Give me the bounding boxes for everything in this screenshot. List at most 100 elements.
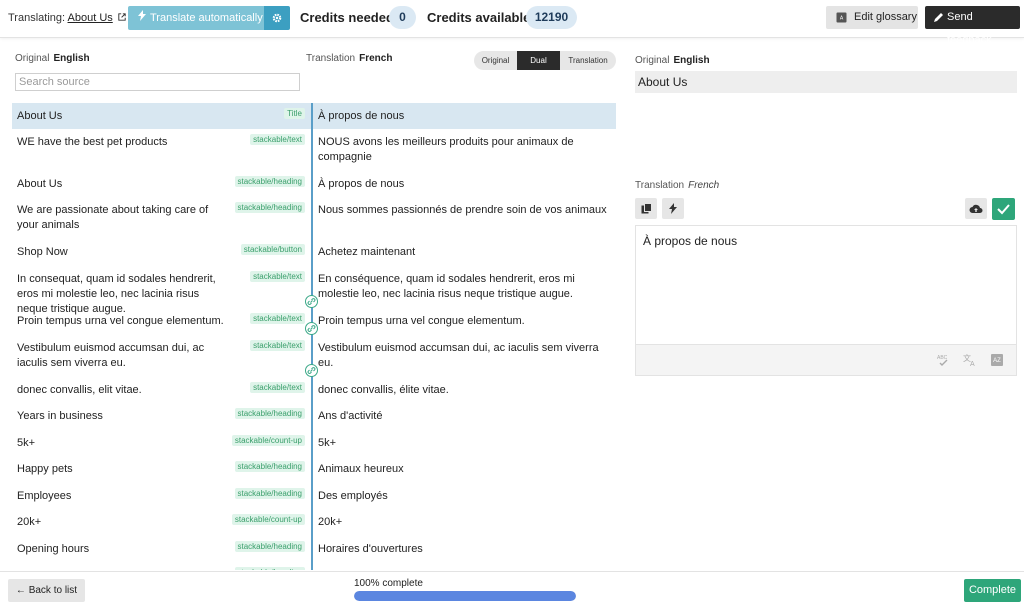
segment-block-tag: stackable/heading (234, 541, 305, 552)
segment-translation-text: En conséquence, quam id sodales hendreri… (318, 273, 575, 300)
preview-translation-language: French (688, 180, 720, 191)
confirm-translation-button[interactable] (992, 198, 1015, 220)
translation-language: French (359, 53, 393, 64)
segment-translation-text: Animaux heureux (318, 463, 404, 475)
segment-source-text: We are passionate about taking care of y… (17, 204, 209, 231)
credits-available-label: Credits available (427, 10, 531, 25)
segment-source-text: Loading Wo... (17, 568, 229, 570)
bolt-icon (138, 10, 146, 21)
segment-block-tag: stackable/heading (234, 488, 305, 499)
segment-block-tag: stackable/text (250, 313, 305, 324)
external-link-icon[interactable] (118, 13, 126, 21)
editor-toolbar (635, 345, 1017, 376)
credits-needed-badge: 0 (389, 6, 416, 29)
translate-icon[interactable]: 文A (963, 353, 977, 367)
edit-glossary-button[interactable]: A Edit glossary (826, 6, 918, 29)
segment-translation-text: 20k+ (318, 516, 343, 528)
segment-row[interactable]: Loading Wo... stackable/heading Horaires d… (12, 562, 616, 570)
segment-block-tag: stackable/heading (234, 408, 305, 419)
segment-source-text: 20k+ (17, 516, 42, 528)
translate-automatically-label: Translate automatically (150, 12, 263, 24)
preview-translation-header: Translation French (635, 180, 719, 191)
save-draft-button[interactable] (965, 198, 987, 219)
translation-label: Translation (306, 53, 356, 64)
segment-source-text: Opening hours (17, 543, 90, 555)
segment-source-text: Years in business (17, 410, 103, 422)
progress-label: 100% complete (354, 578, 423, 589)
complete-button[interactable]: Complete (964, 579, 1021, 602)
svg-text:AZ: AZ (993, 358, 1001, 364)
segment-source-text: Happy pets (17, 463, 73, 475)
segment-translation-text: Nous sommes passionnés de prendre soin d… (318, 204, 607, 216)
segment-source-text: Proin tempus urna vel congue elementum. (17, 315, 224, 327)
send-feedback-label: Send feedback (947, 11, 992, 46)
check-icon (997, 204, 1010, 215)
progress-fill (354, 591, 576, 601)
segment-row[interactable]: donec convallis, elit vitae. stackable/te… (12, 377, 616, 403)
segment-block-tag: stackable/button (240, 244, 305, 255)
segment-translation-text: Horaires de... (318, 568, 608, 570)
segment-row[interactable]: Happy pets stackable/heading Animaux heure… (12, 456, 616, 483)
auto-translate-segment-button[interactable] (662, 198, 684, 219)
segment-translation-text: Achetez maintenant (318, 246, 416, 258)
original-language: English (53, 53, 90, 64)
page-link[interactable]: About Us (68, 12, 113, 24)
segment-row[interactable]: Opening hours stackable/heading Horaires d… (12, 536, 616, 562)
original-preview: About Us (635, 71, 1017, 93)
edit-glossary-label: Edit glossary (854, 11, 917, 23)
segment-row[interactable]: WE have the best pet products stackable/t… (12, 129, 616, 171)
segment-source-text: About Us (17, 178, 63, 190)
gear-icon (272, 13, 282, 23)
segment-source-text: About Us (17, 110, 63, 122)
bolt-icon (669, 203, 677, 214)
view-mode-translation[interactable]: Translation (560, 51, 616, 70)
link-icon[interactable] (305, 295, 318, 308)
segment-row[interactable]: About Us Title À propos de nous (12, 103, 616, 129)
preview-original-header: Original English (635, 55, 710, 66)
segment-translation-text: Horaires d'ouvertures (318, 543, 423, 555)
segment-row[interactable]: We are passionate about taking care of y… (12, 197, 616, 239)
segment-translation-text: NOUS avons les meilleurs produits pour a… (318, 136, 574, 163)
original-label: Original (15, 53, 50, 64)
glossary-small-icon[interactable]: AZ (990, 353, 1004, 367)
segment-row[interactable]: Years in business stackable/heading Ans d'… (12, 403, 616, 430)
view-mode-original[interactable]: Original (474, 51, 517, 70)
send-feedback-button[interactable]: Send feedback (925, 6, 1020, 46)
link-icon[interactable] (305, 364, 318, 377)
search-source-input[interactable] (15, 73, 300, 91)
view-mode-toggle: Original Dual Translation (474, 51, 616, 70)
translation-editor[interactable]: À propos de nous (635, 225, 1017, 345)
segment-block-tag: stackable/text (250, 134, 305, 145)
segment-block-tag: stackable/heading (234, 202, 305, 213)
translation-column-header: Translation French (306, 53, 392, 64)
segment-block-tag: Title (284, 108, 305, 119)
segment-block-tag: stackable/count-up (231, 435, 305, 446)
credits-available-badge: 12190 (526, 6, 577, 29)
segment-row[interactable]: Employees stackable/heading Des employés (12, 483, 616, 509)
preview-original-language: English (673, 55, 710, 66)
segment-block-tag: stackable/text (250, 271, 305, 282)
svg-text:A: A (970, 361, 975, 367)
segment-block-tag: stackable/heading (234, 567, 305, 570)
segment-row[interactable]: 5k+ stackable/count-up 5k+ (12, 430, 616, 456)
link-icon[interactable] (305, 322, 318, 335)
view-mode-dual[interactable]: Dual (517, 51, 560, 70)
spellcheck-icon[interactable]: ABC (936, 353, 950, 367)
credits-needed-label: Credits needed (300, 10, 394, 25)
segment-block-tag: stackable/heading (234, 176, 305, 187)
copy-original-button[interactable] (635, 198, 657, 219)
segment-row[interactable]: About Us stackable/heading À propos de nou… (12, 171, 616, 197)
segment-block-tag: stackable/heading (234, 461, 305, 472)
segment-source-text: Vestibulum euismod accumsan dui, ac iacu… (17, 342, 205, 369)
translate-automatically-button[interactable]: Translate automatically (128, 6, 264, 30)
segment-translation-text: Proin tempus urna vel congue elementum. (318, 315, 525, 327)
segment-row[interactable]: Shop Now stackable/button Achetez maintena… (12, 239, 616, 266)
segment-source-text: donec convallis, elit vitae. (17, 384, 142, 396)
translate-settings-button[interactable] (264, 6, 290, 30)
back-to-list-button[interactable]: ← Back to list (8, 579, 85, 602)
segment-row[interactable]: 20k+ stackable/count-up 20k+ (12, 509, 616, 536)
glossary-icon: A (836, 12, 847, 23)
segment-translation-text: 5k+ (318, 437, 337, 449)
preview-translation-label: Translation (635, 180, 685, 191)
segment-translation-text: Ans d'activité (318, 410, 383, 422)
